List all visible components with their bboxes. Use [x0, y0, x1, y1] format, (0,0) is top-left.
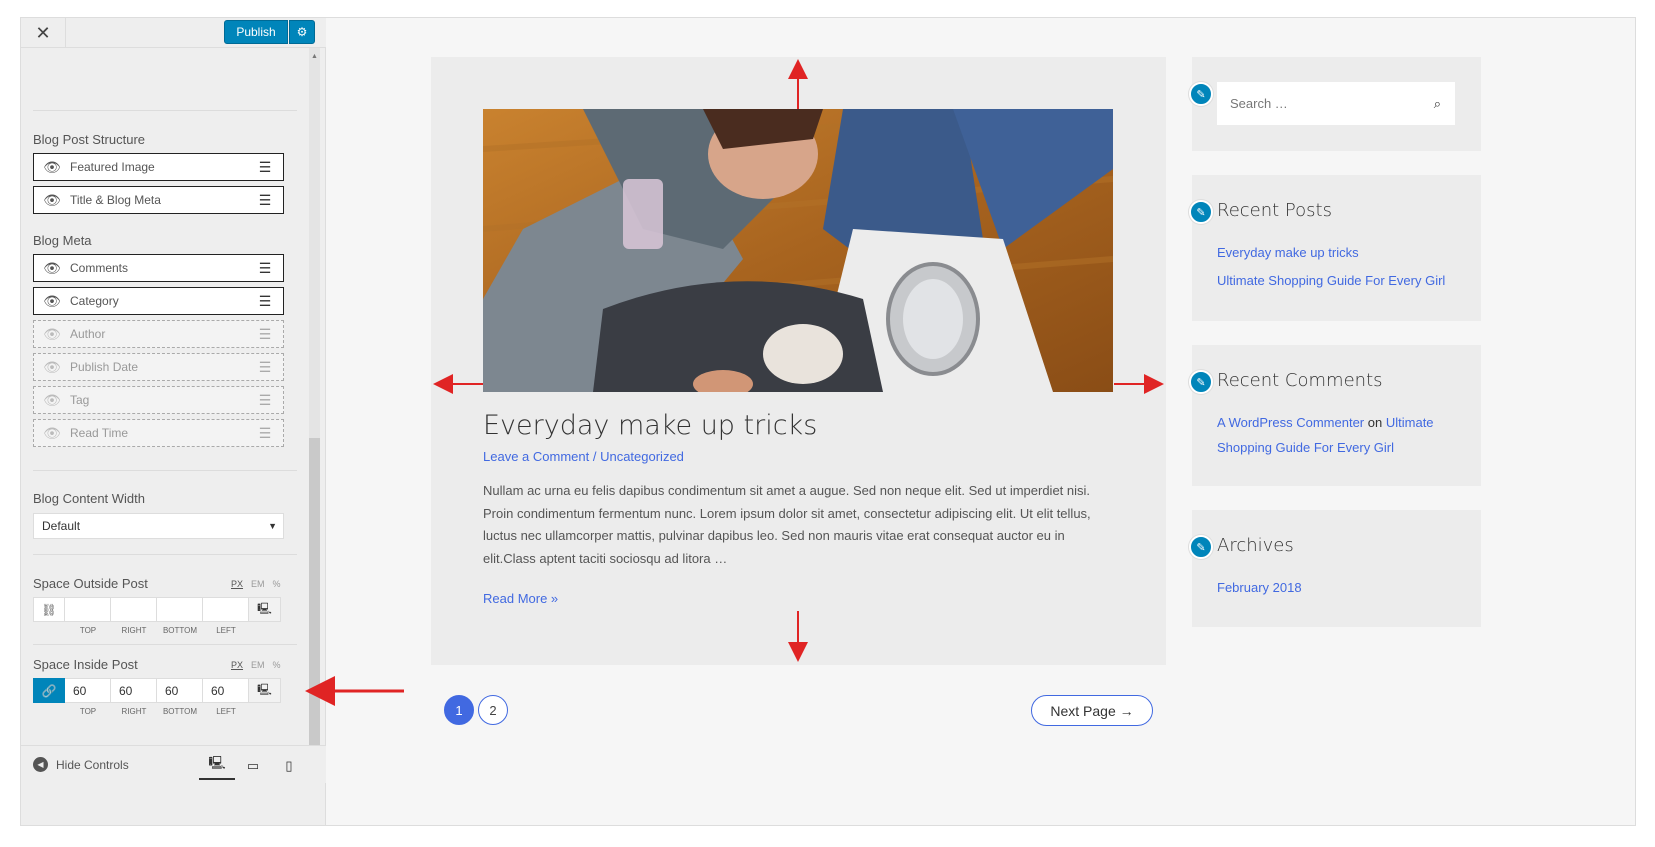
- padding-annotation-arrows: [305, 59, 1164, 706]
- customizer-window: ✕ Publish ⚙ ▲ ▼ Blog Post Structure 👁 Fe…: [20, 17, 1636, 826]
